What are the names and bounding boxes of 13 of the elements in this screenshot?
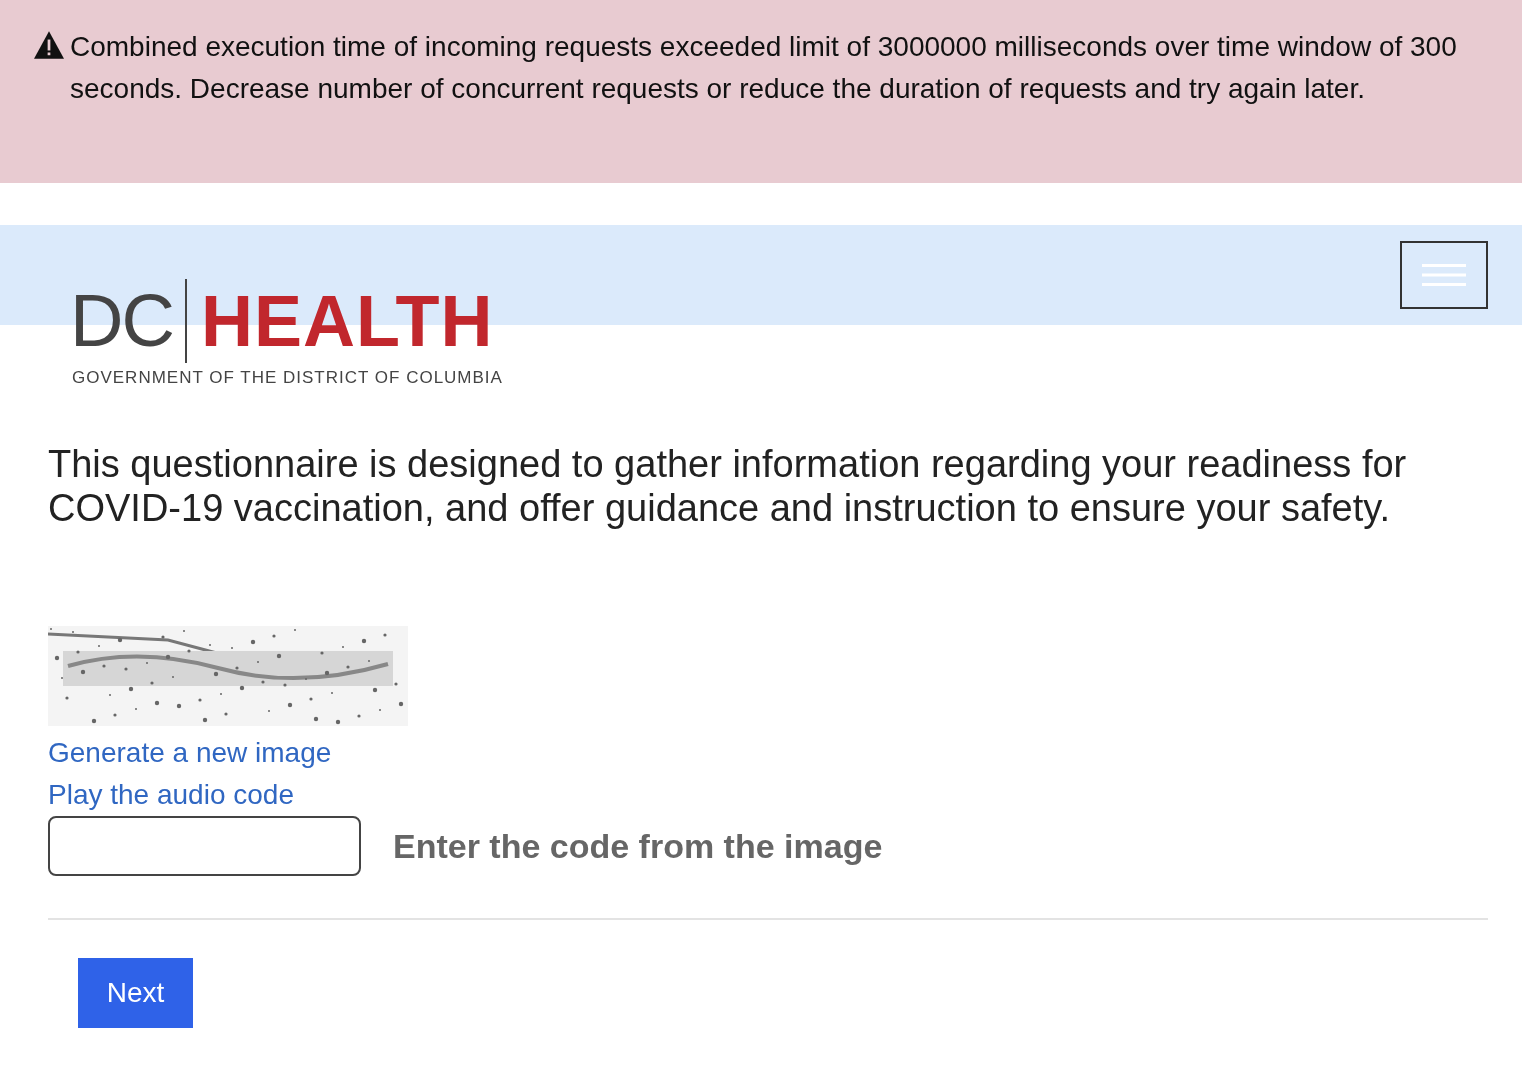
captcha-link[interactable]: Play the audio code: [48, 774, 294, 816]
logo-prefix: DC: [70, 284, 173, 358]
logo-name: HEALTH: [200, 285, 494, 357]
warning-icon: [32, 30, 66, 60]
code-field-label: Enter the code from the image: [393, 826, 883, 866]
intro-text: This questionnaire is designed to gather information regarding your readiness for COVID-19 vaccination, and offer guidance and instruction to ensure your safety.: [48, 442, 1408, 530]
code-input-field[interactable]: [48, 816, 361, 876]
logo-subtitle: GOVERNMENT OF THE DISTRICT OF COLUMBIA: [72, 368, 503, 388]
alert-message: Combined execution time of incoming requests exceeded limit of 3000000 milliseconds over time window of 300 seconds. Decrease number of concurrent requests or reduce the duration of requests and try again later.: [70, 30, 1458, 106]
menu-button[interactable]: [1400, 241, 1488, 309]
captcha-link[interactable]: Generate a new image: [48, 732, 332, 774]
menu-icon: [1422, 263, 1466, 287]
next-button[interactable]: Next: [78, 958, 193, 1028]
